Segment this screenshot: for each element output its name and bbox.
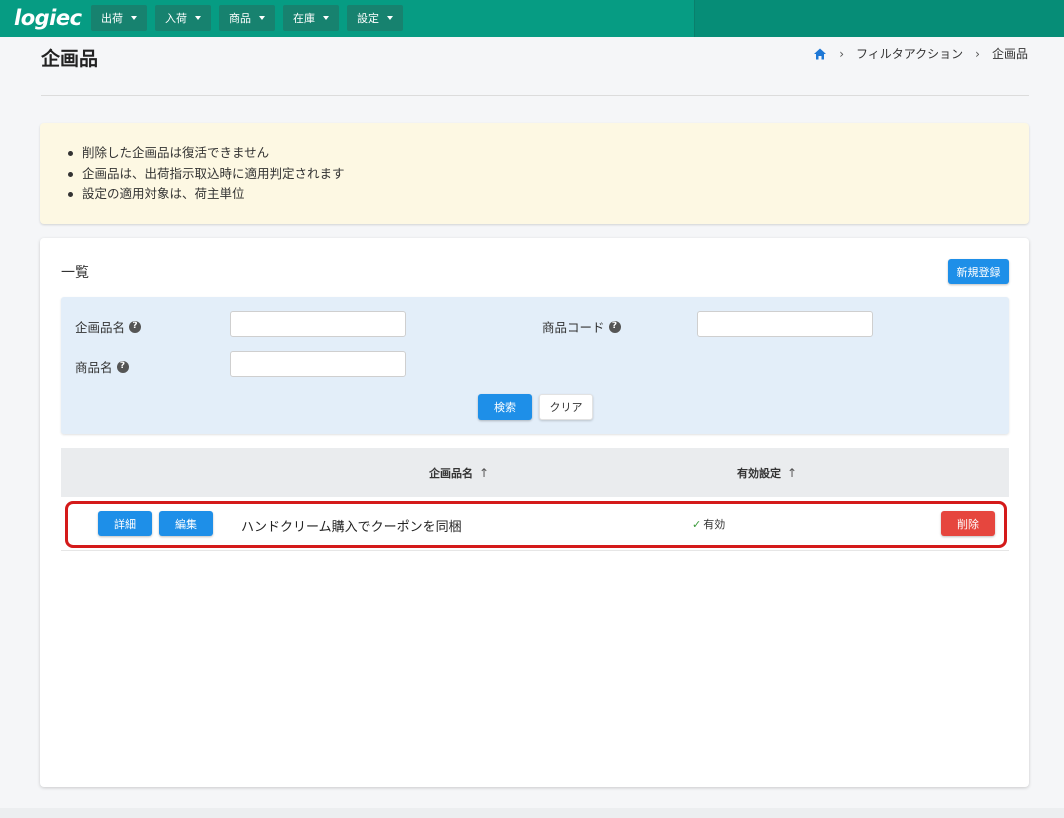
column-header-active-label: 有効設定 xyxy=(737,467,781,480)
list-title: 一覧 xyxy=(61,265,89,281)
edit-button[interactable]: 編集 xyxy=(159,511,213,536)
sort-arrow-icon: ↑ xyxy=(479,466,490,480)
caret-down-icon xyxy=(323,16,329,20)
menu-products[interactable]: 商品 xyxy=(219,5,275,31)
header-divider xyxy=(41,95,1029,96)
menu-receiving[interactable]: 入荷 xyxy=(155,5,211,31)
column-header-plan-name[interactable]: 企画品名 ↑ xyxy=(429,465,489,481)
detail-button[interactable]: 詳細 xyxy=(98,511,152,536)
plan-name-cell: ハンドクリーム購入でクーポンを同梱 xyxy=(232,512,679,538)
menu-settings[interactable]: 設定 xyxy=(347,5,403,31)
search-button[interactable]: 検索 xyxy=(478,394,532,420)
help-icon[interactable]: ? xyxy=(608,320,621,333)
menu-settings-label: 設定 xyxy=(357,12,379,25)
product-code-label: 商品コード ? xyxy=(542,317,621,336)
notice-list: 削除した企画品は復活できません 企画品は、出荷指示取込時に適用判定されます 設定… xyxy=(66,143,1029,205)
notice-item: 削除した企画品は復活できません xyxy=(66,143,1029,164)
help-icon[interactable]: ? xyxy=(129,320,142,333)
product-name-label: 商品名 ? xyxy=(75,357,129,376)
caret-down-icon xyxy=(387,16,393,20)
active-status-text: 有効 xyxy=(703,518,726,531)
delete-button[interactable]: 削除 xyxy=(941,511,995,536)
product-name-input[interactable] xyxy=(230,351,406,377)
help-icon[interactable]: ? xyxy=(116,360,129,373)
active-status-cell: ✓ 有効 xyxy=(692,516,725,532)
breadcrumb-item-current: 企画品 xyxy=(991,47,1028,61)
home-icon[interactable] xyxy=(813,47,827,61)
menu-shipping-label: 出荷 xyxy=(101,12,123,25)
main-menu: 出荷 入荷 商品 在庫 設定 xyxy=(91,5,403,31)
product-name-label-text: 商品名 xyxy=(75,360,113,375)
menu-products-label: 商品 xyxy=(229,12,251,25)
plan-name-input[interactable] xyxy=(230,311,406,337)
caret-down-icon xyxy=(195,16,201,20)
app-logo[interactable]: logiec xyxy=(14,6,82,30)
breadcrumb-separator: › xyxy=(975,46,980,61)
column-header-plan-name-label: 企画品名 xyxy=(429,467,473,480)
menu-inventory[interactable]: 在庫 xyxy=(283,5,339,31)
search-panel: 企画品名 ? 商品コード ? 商品名 ? 検索 クリア xyxy=(61,297,1009,434)
page-bottom-edge xyxy=(0,808,1064,818)
page-title: 企画品 xyxy=(41,48,99,70)
product-code-label-text: 商品コード xyxy=(542,320,605,335)
caret-down-icon xyxy=(131,16,137,20)
clear-button[interactable]: クリア xyxy=(539,394,593,420)
table-row: 詳細 編集 ハンドクリーム購入でクーポンを同梱 ✓ 有効 削除 xyxy=(61,497,1009,551)
check-icon: ✓ xyxy=(692,517,702,531)
menu-receiving-label: 入荷 xyxy=(165,12,187,25)
notice-item: 企画品は、出荷指示取込時に適用判定されます xyxy=(66,164,1029,185)
notice-item: 設定の適用対象は、荷主単位 xyxy=(66,184,1029,205)
table-header: 企画品名 ↑ 有効設定 ↑ xyxy=(61,448,1009,497)
column-header-active[interactable]: 有効設定 ↑ xyxy=(737,465,797,481)
menu-shipping[interactable]: 出荷 xyxy=(91,5,147,31)
product-code-input[interactable] xyxy=(697,311,873,337)
plan-name-label: 企画品名 ? xyxy=(75,317,142,336)
breadcrumb-separator: › xyxy=(839,46,844,61)
list-card: 一覧 新規登録 企画品名 ? 商品コード ? 商品名 ? 検索 クリア 企画品名… xyxy=(40,238,1029,787)
breadcrumb-item-filter-action[interactable]: フィルタアクション xyxy=(856,45,963,62)
top-navbar: logiec 出荷 入荷 商品 在庫 設定 xyxy=(0,0,1064,37)
breadcrumb: › フィルタアクション › 企画品 xyxy=(813,45,1028,62)
menu-inventory-label: 在庫 xyxy=(293,12,315,25)
notice-box: 削除した企画品は復活できません 企画品は、出荷指示取込時に適用判定されます 設定… xyxy=(40,123,1029,224)
sort-arrow-icon: ↑ xyxy=(787,466,798,480)
new-register-button[interactable]: 新規登録 xyxy=(948,259,1009,284)
navbar-right-area xyxy=(694,0,1064,37)
plan-name-label-text: 企画品名 xyxy=(75,320,126,335)
caret-down-icon xyxy=(259,16,265,20)
